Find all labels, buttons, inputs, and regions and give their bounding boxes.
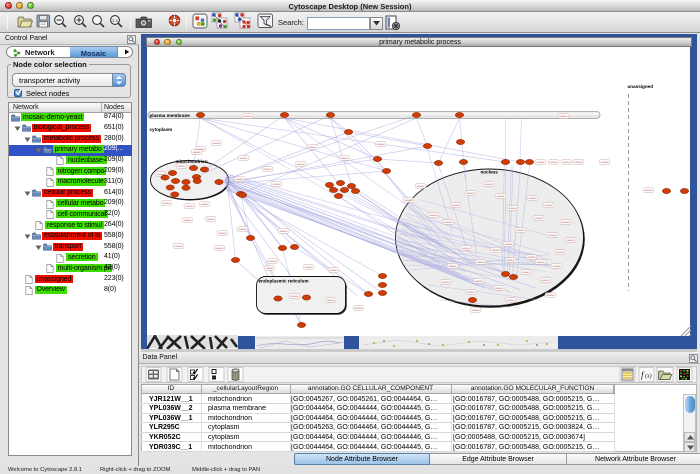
svg-text:endoplasmic reticulum: endoplasmic reticulum [258, 279, 308, 284]
svg-text:Search:: Search: [278, 18, 304, 27]
svg-text:mitochondrion: mitochondrion [175, 159, 207, 164]
svg-text:nucleus: nucleus [480, 170, 498, 175]
svg-text:unassigned: unassigned [627, 84, 653, 89]
svg-text:plasma membrane: plasma membrane [149, 113, 190, 118]
svg-text:cytoplasm: cytoplasm [149, 127, 172, 132]
svg-text:(x): (x) [645, 373, 652, 380]
svg-text:1:1: 1:1 [112, 18, 119, 23]
